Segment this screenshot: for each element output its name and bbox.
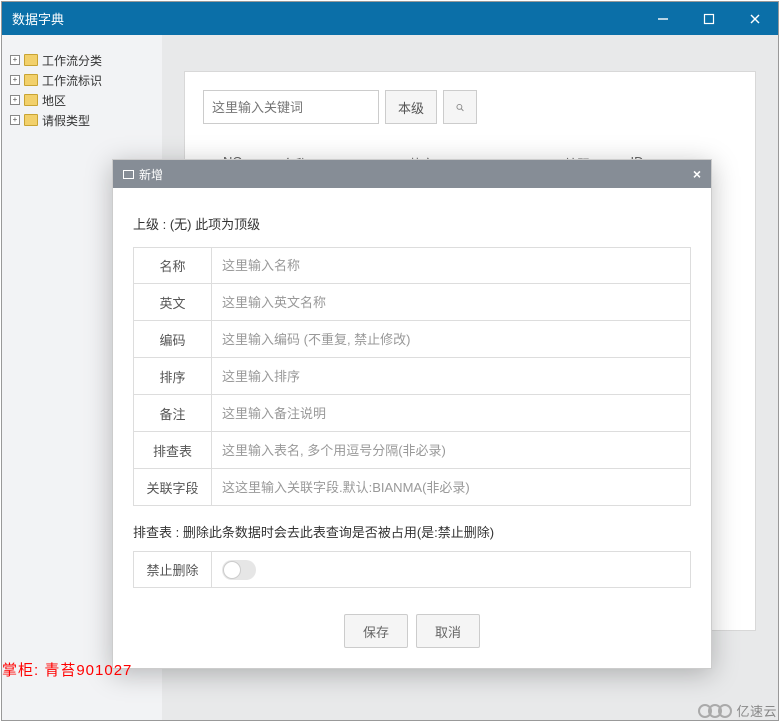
input-rel-field[interactable]	[212, 480, 690, 495]
window-icon	[123, 170, 134, 179]
form-row-en: 英文	[133, 284, 691, 321]
label-en: 英文	[133, 284, 211, 321]
tree-item[interactable]: + 工作流分类	[10, 50, 154, 70]
label-name: 名称	[133, 247, 211, 284]
label-remark: 备注	[133, 395, 211, 432]
expand-icon[interactable]: +	[10, 55, 20, 65]
label-forbid-delete: 禁止删除	[134, 552, 212, 587]
tree-item-label: 工作流分类	[42, 52, 102, 69]
folder-icon	[24, 114, 38, 126]
input-code[interactable]	[212, 332, 690, 347]
cancel-button[interactable]: 取消	[416, 614, 480, 648]
maximize-button[interactable]	[686, 2, 732, 35]
watermark-text: 亿速云	[736, 701, 777, 720]
modal-title: 新增	[139, 166, 163, 183]
form-row-name: 名称	[133, 247, 691, 284]
forbid-delete-toggle[interactable]	[222, 560, 256, 580]
tree-item[interactable]: + 请假类型	[10, 110, 154, 130]
tree-item-label: 工作流标识	[42, 72, 102, 89]
form-row-remark: 备注	[133, 395, 691, 432]
input-en[interactable]	[212, 295, 690, 310]
tree-item-label: 地区	[42, 92, 66, 109]
window-title: 数据字典	[12, 9, 640, 28]
search-icon	[456, 101, 464, 114]
folder-icon	[24, 74, 38, 86]
modal-titlebar: 新增 ×	[113, 160, 711, 188]
folder-icon	[24, 54, 38, 66]
add-modal: 新增 × 上级 : (无) 此项为顶级 名称 英文	[112, 159, 712, 669]
folder-icon	[24, 94, 38, 106]
forbid-delete-row: 禁止删除	[133, 551, 691, 588]
label-order: 排序	[133, 358, 211, 395]
label-code: 编码	[133, 321, 211, 358]
form-row-code: 编码	[133, 321, 691, 358]
watermark-logo-icon	[698, 704, 732, 718]
tree-item[interactable]: + 工作流标识	[10, 70, 154, 90]
close-button[interactable]	[732, 2, 778, 35]
tree-item[interactable]: + 地区	[10, 90, 154, 110]
check-table-note: 排查表 : 删除此条数据时会去此表查询是否被占用(是:禁止删除)	[133, 522, 691, 541]
footer-attribution: 掌柜: 青苔901027	[2, 659, 132, 680]
form-row-check-table: 排查表	[133, 432, 691, 469]
search-button[interactable]	[443, 90, 477, 124]
modal-close-button[interactable]: ×	[693, 166, 701, 182]
input-name[interactable]	[212, 258, 690, 273]
expand-icon[interactable]: +	[10, 95, 20, 105]
watermark: 亿速云	[698, 701, 777, 720]
label-rel-field: 关联字段	[133, 469, 211, 506]
form-row-order: 排序	[133, 358, 691, 395]
minimize-button[interactable]	[640, 2, 686, 35]
toggle-thumb	[223, 561, 241, 579]
tree-item-label: 请假类型	[42, 112, 90, 129]
label-check-table: 排查表	[133, 432, 211, 469]
level-button[interactable]: 本级	[385, 90, 437, 124]
expand-icon[interactable]: +	[10, 115, 20, 125]
input-remark[interactable]	[212, 406, 690, 421]
search-input[interactable]	[203, 90, 379, 124]
toolbar: 本级	[203, 90, 737, 124]
window-titlebar: 数据字典	[2, 2, 778, 35]
parent-info: 上级 : (无) 此项为顶级	[133, 214, 691, 233]
modal-footer: 保存 取消	[133, 614, 691, 648]
input-order[interactable]	[212, 369, 690, 384]
input-check-table[interactable]	[212, 443, 690, 458]
expand-icon[interactable]: +	[10, 75, 20, 85]
save-button[interactable]: 保存	[344, 614, 408, 648]
form-row-rel-field: 关联字段	[133, 469, 691, 506]
